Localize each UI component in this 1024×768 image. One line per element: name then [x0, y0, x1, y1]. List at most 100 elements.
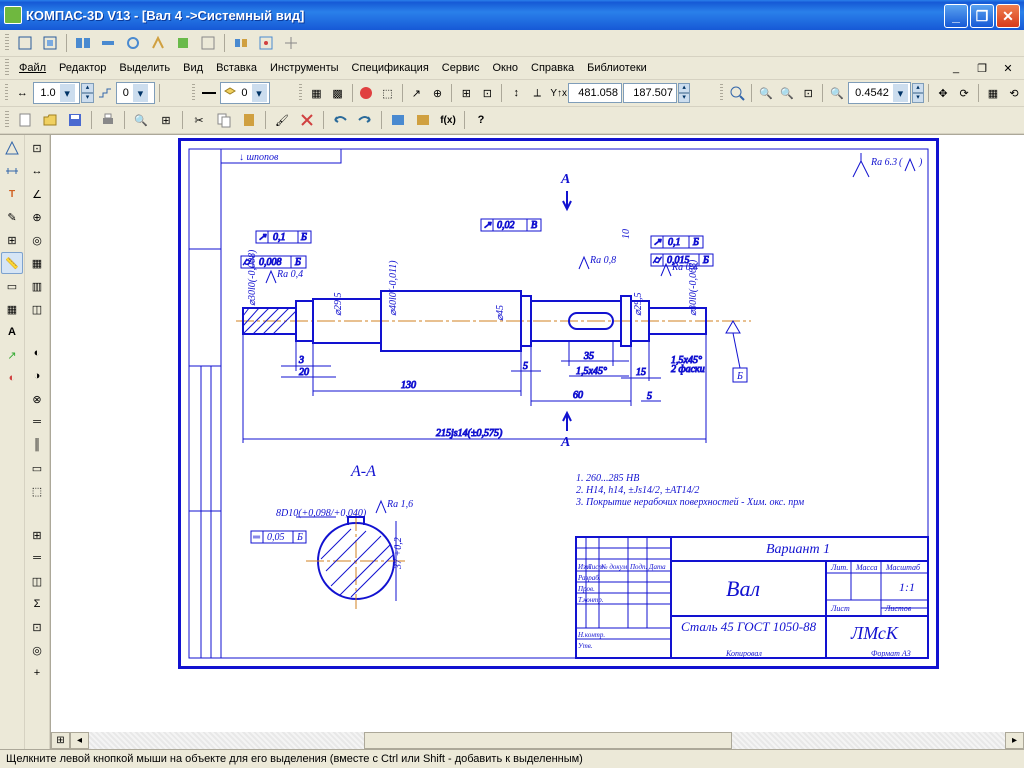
coord-btn-4[interactable]: ⊡: [477, 81, 497, 105]
drawing-sheet[interactable]: ↓ шпопов Ra 6.3 ( ) A A: [178, 138, 939, 669]
tool-text[interactable]: T: [1, 183, 23, 205]
libs-button[interactable]: [386, 108, 410, 132]
snap-6[interactable]: ▦: [26, 252, 48, 274]
linestyle-button[interactable]: [199, 81, 219, 105]
menu-file[interactable]: Файл: [13, 60, 52, 76]
panel-btn-9[interactable]: [229, 31, 253, 55]
tool-c[interactable]: ◐: [1, 367, 23, 389]
snap-18[interactable]: ◫: [26, 570, 48, 592]
menu-tools[interactable]: Инструменты: [264, 60, 345, 76]
menu-service[interactable]: Сервис: [436, 60, 486, 76]
coord-btn-1[interactable]: ↗: [406, 81, 426, 105]
snap-12[interactable]: ═: [26, 411, 48, 433]
panel-btn-10[interactable]: [254, 31, 278, 55]
panel-btn-2[interactable]: [38, 31, 62, 55]
snap-11[interactable]: ⊗: [26, 388, 48, 410]
ortho-button[interactable]: ⟂: [527, 81, 547, 105]
zoom-window-button[interactable]: ⊡: [798, 81, 818, 105]
panel-btn-6[interactable]: [146, 31, 170, 55]
rotate-button[interactable]: ⟳: [954, 81, 974, 105]
pan-button[interactable]: ✥: [933, 81, 953, 105]
rebuild-button[interactable]: ▦: [983, 81, 1003, 105]
view-btn-2[interactable]: ▩: [328, 81, 348, 105]
scale-spinner[interactable]: ▴▾: [81, 83, 93, 103]
view-btn-3[interactable]: [356, 81, 376, 105]
snap-5[interactable]: ◎: [26, 229, 48, 251]
open-button[interactable]: [38, 108, 62, 132]
tool-dims[interactable]: [1, 160, 23, 182]
scale-combo[interactable]: 1.0▾: [33, 82, 80, 104]
menu-view[interactable]: Вид: [177, 60, 209, 76]
snap-17[interactable]: ═: [26, 547, 48, 569]
snap-13[interactable]: ║: [26, 434, 48, 456]
snap-22[interactable]: +: [26, 662, 48, 684]
view-btn-1[interactable]: ▦: [306, 81, 326, 105]
snap-20[interactable]: ⊡: [26, 616, 48, 638]
zoom-spinner[interactable]: ▴▾: [912, 83, 924, 103]
tool-a[interactable]: A: [1, 321, 23, 343]
snap-15[interactable]: ⬚: [26, 480, 48, 502]
new-button[interactable]: [13, 108, 37, 132]
snap-14[interactable]: ▭: [26, 457, 48, 479]
minimize-button[interactable]: _: [944, 4, 968, 28]
snap-1[interactable]: ⊡: [26, 137, 48, 159]
snap-3[interactable]: ∠: [26, 183, 48, 205]
tool-edit[interactable]: ✎: [1, 206, 23, 228]
refresh-button[interactable]: ⟲: [1004, 81, 1024, 105]
tool-select[interactable]: ▭: [1, 275, 23, 297]
mdi-minimize-button[interactable]: _: [944, 56, 968, 80]
menu-spec[interactable]: Спецификация: [346, 60, 435, 76]
snap-4[interactable]: ⊕: [26, 206, 48, 228]
help-button[interactable]: ?: [469, 108, 493, 132]
grip-icon[interactable]: [192, 84, 195, 102]
save-button[interactable]: [63, 108, 87, 132]
tool-geometry[interactable]: [1, 137, 23, 159]
snap-2[interactable]: ↔: [26, 160, 48, 182]
grip-icon[interactable]: [5, 59, 9, 77]
step-icon[interactable]: [95, 81, 115, 105]
brush-button[interactable]: 🖌: [270, 108, 294, 132]
print-button[interactable]: [96, 108, 120, 132]
close-button[interactable]: ✕: [996, 4, 1020, 28]
coord-spinner[interactable]: ▴▾: [678, 83, 690, 103]
snap-19[interactable]: Σ: [26, 593, 48, 615]
panel-btn-4[interactable]: [96, 31, 120, 55]
view-btn-4[interactable]: ⬚: [377, 81, 397, 105]
undo-button[interactable]: [328, 108, 352, 132]
mdi-restore-button[interactable]: ❐: [970, 56, 994, 80]
snap-16[interactable]: ⊞: [26, 524, 48, 546]
zoom-combo[interactable]: 0.4542▾: [848, 82, 911, 104]
zoom-all-button[interactable]: [727, 81, 747, 105]
grip-icon[interactable]: [720, 84, 723, 102]
copy-button[interactable]: [212, 108, 236, 132]
panel-btn-8[interactable]: [196, 31, 220, 55]
menu-libs[interactable]: Библиотеки: [581, 60, 653, 76]
scroll-left-button[interactable]: ◂: [70, 732, 89, 749]
grip-icon[interactable]: [5, 84, 8, 102]
tool-measure[interactable]: 📏: [1, 252, 23, 274]
snap-8[interactable]: ◫: [26, 298, 48, 320]
coord-y-field[interactable]: 187.507: [623, 83, 677, 103]
zoom-out-button[interactable]: 🔍: [777, 81, 797, 105]
panel-btn-7[interactable]: [171, 31, 195, 55]
grip-icon[interactable]: [299, 84, 302, 102]
snap-7[interactable]: ▥: [26, 275, 48, 297]
scroll-right-button[interactable]: ▸: [1005, 732, 1024, 749]
snap-21[interactable]: ◎: [26, 639, 48, 661]
panel-btn-11[interactable]: [279, 31, 303, 55]
paste-button[interactable]: [237, 108, 261, 132]
preview-button[interactable]: 🔍: [129, 108, 153, 132]
coord-btn-2[interactable]: ⊕: [427, 81, 447, 105]
panel-btn-3[interactable]: [71, 31, 95, 55]
menu-editor[interactable]: Редактор: [53, 60, 112, 76]
redo-button[interactable]: [353, 108, 377, 132]
scroll-track[interactable]: [89, 732, 1005, 749]
tool-param[interactable]: ⊞: [1, 229, 23, 251]
horizontal-scrollbar[interactable]: ⊞ ◂ ▸: [51, 732, 1024, 749]
maximize-button[interactable]: ❐: [970, 4, 994, 28]
cut-button[interactable]: ✂: [187, 108, 211, 132]
menu-help[interactable]: Справка: [525, 60, 580, 76]
props-button[interactable]: ⊞: [154, 108, 178, 132]
snap-10[interactable]: ◑: [26, 365, 48, 387]
menu-window[interactable]: Окно: [486, 60, 524, 76]
